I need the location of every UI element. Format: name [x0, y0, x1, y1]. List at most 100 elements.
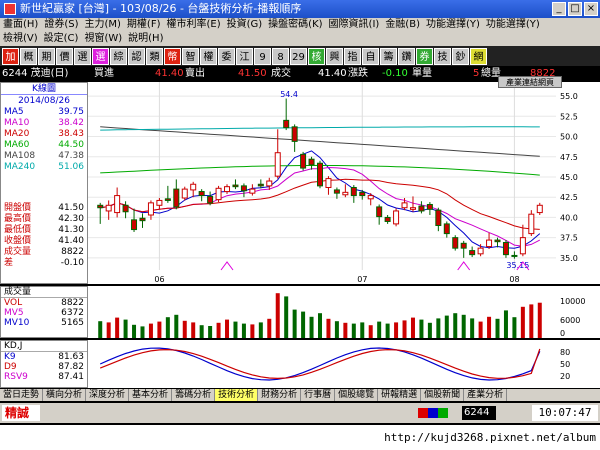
menu-bar: 畫面(H) 證券(S) 主力(M) 期權(F) 權市利率(E) 投資(G) 操盤密碼(K) 國… [0, 18, 600, 46]
menu-item[interactable]: 設定(C) [41, 32, 82, 46]
candle [122, 201, 129, 219]
toolbar-button[interactable]: 權 [200, 47, 217, 65]
ohlc-name: 成交量 [4, 247, 32, 257]
menu-item[interactable]: 功能選擇(Y) [483, 18, 543, 32]
kd-panel-title: KD,J [1, 341, 87, 352]
volume-bar [453, 313, 458, 338]
toolbar-button[interactable]: 興 [326, 47, 343, 65]
menu-item[interactable]: 畫面(H) [0, 18, 41, 32]
menu-item[interactable]: 證券(S) [41, 18, 81, 32]
toolbar-button[interactable]: 指 [344, 47, 361, 65]
tab-item[interactable]: 行事曆 [301, 389, 336, 401]
candle [342, 184, 349, 198]
toolbar-button[interactable]: 技 [434, 47, 451, 65]
menu-item[interactable]: 投資(G) [224, 18, 266, 32]
toolbar-button[interactable]: 9 [254, 47, 271, 65]
price-tick-label: 37.5 [560, 234, 578, 243]
ma-value: 51.06 [58, 162, 84, 172]
kd-chart[interactable] [88, 340, 556, 388]
toolbar-button[interactable]: 幣 [164, 47, 181, 65]
volume-chart[interactable] [88, 286, 556, 338]
toolbar-button[interactable]: 選 [74, 47, 91, 65]
clock: 10:07:47 [532, 405, 598, 421]
toolbar-button[interactable]: 自 [362, 47, 379, 65]
indicator-name: RSV9 [4, 372, 28, 382]
volume-bar [427, 322, 432, 338]
toolbar-button[interactable]: 概 [20, 47, 37, 65]
menu-item[interactable]: 金融(B) [382, 18, 423, 32]
volume-tick-label: 6000 [560, 316, 580, 325]
menu-item[interactable]: 檢視(V) [0, 32, 41, 46]
menu-item[interactable]: 說明(H) [125, 32, 166, 46]
tab-item[interactable]: 籌碼分析 [172, 389, 216, 401]
toolbar-button[interactable]: 綜 [110, 47, 127, 65]
tab-item[interactable]: 橫向分析 [43, 389, 87, 401]
candle [325, 176, 332, 195]
toolbar-button[interactable]: 期 [38, 47, 55, 65]
ma-row: MA5 39.75 [1, 107, 87, 118]
volume-bar [444, 315, 449, 338]
volume-legend-panel: 成交量 VOL 8822 MV5 6372 MV10 5165 [0, 286, 88, 338]
toolbar-button[interactable]: 智 [182, 47, 199, 65]
tab-item[interactable]: 個股新聞 [421, 389, 465, 401]
volume-bar [275, 293, 280, 338]
toolbar-button[interactable]: 委 [218, 47, 235, 65]
tab-item[interactable]: 深度分析 [86, 389, 130, 401]
menu-item[interactable]: 視窗(W) [81, 32, 125, 46]
price-tick-label: 42.5 [560, 193, 578, 202]
toolbar-button[interactable]: 鈔 [452, 47, 469, 65]
toolbar-button[interactable]: 29 [290, 47, 307, 65]
menu-item[interactable]: 期權(F) [124, 18, 164, 32]
close-button[interactable]: × [584, 2, 598, 16]
ma-row: MA60 44.50 [1, 140, 87, 151]
candle [190, 181, 197, 198]
minimize-button[interactable]: _ [552, 2, 566, 16]
toolbar-button[interactable]: 認 [128, 47, 145, 65]
indicator-value: 87.82 [58, 362, 84, 372]
toolbar-button[interactable]: 8 [272, 47, 289, 65]
candle [291, 124, 298, 152]
candle [164, 185, 171, 203]
menu-item[interactable]: 操盤密碼(K) [265, 18, 325, 32]
x-tick-label: 07 [357, 275, 367, 284]
menu-item[interactable]: 權市利率(E) [163, 18, 223, 32]
indicator-name: D9 [4, 362, 17, 372]
toolbar-button[interactable]: 價 [56, 47, 73, 65]
menu-item[interactable]: 國際資訊(I) [326, 18, 383, 32]
candle [240, 183, 247, 198]
tab-item[interactable]: 基本分析 [129, 389, 173, 401]
candle [257, 179, 264, 189]
ma-row: MA10 38.42 [1, 118, 87, 129]
stock-code-field[interactable]: 6244 [462, 406, 496, 420]
ma-value: 39.75 [58, 107, 84, 117]
tab-item[interactable]: 當日走勢 [0, 389, 44, 401]
industry-link-tooltip[interactable]: 產業連結網頁 [498, 76, 562, 88]
chart-type-label[interactable]: K線圖 [1, 83, 87, 95]
tab-item[interactable]: 研報精選 [378, 389, 422, 401]
status-bar: 精誠 6244 10:07:47 [0, 403, 600, 423]
ma-row: MA20 38.43 [1, 129, 87, 140]
volume-bar [140, 326, 145, 338]
volume-bar [191, 322, 196, 338]
menu-item[interactable]: 主力(M) [81, 18, 123, 32]
tab-item[interactable]: 技術分析 [215, 389, 259, 401]
toolbar-button[interactable]: 江 [236, 47, 253, 65]
tab-item[interactable]: 財務分析 [258, 389, 302, 401]
toolbar-button[interactable]: 選 [92, 47, 109, 65]
toolbar-button[interactable]: 核 [308, 47, 325, 65]
maximize-button[interactable]: □ [568, 2, 582, 16]
toolbar-button[interactable]: 加 [2, 47, 19, 65]
price-chart[interactable]: 54.4 35.15 06 07 08 [88, 82, 556, 284]
toolbar-button[interactable]: 網 [470, 47, 487, 65]
tab-item[interactable]: 個股總覽 [335, 389, 379, 401]
tab-item[interactable]: 產業分析 [464, 389, 508, 401]
ohlc-name: 最低價 [4, 225, 32, 235]
toolbar-button[interactable]: 類 [146, 47, 163, 65]
toolbar-button[interactable]: 鑽 [398, 47, 415, 65]
candle [139, 213, 146, 228]
candle [215, 185, 222, 203]
toolbar-button[interactable]: 券 [416, 47, 433, 65]
volume-bar [284, 296, 289, 338]
menu-item[interactable]: 功能選擇(Y) [423, 18, 483, 32]
toolbar-button[interactable]: 籌 [380, 47, 397, 65]
